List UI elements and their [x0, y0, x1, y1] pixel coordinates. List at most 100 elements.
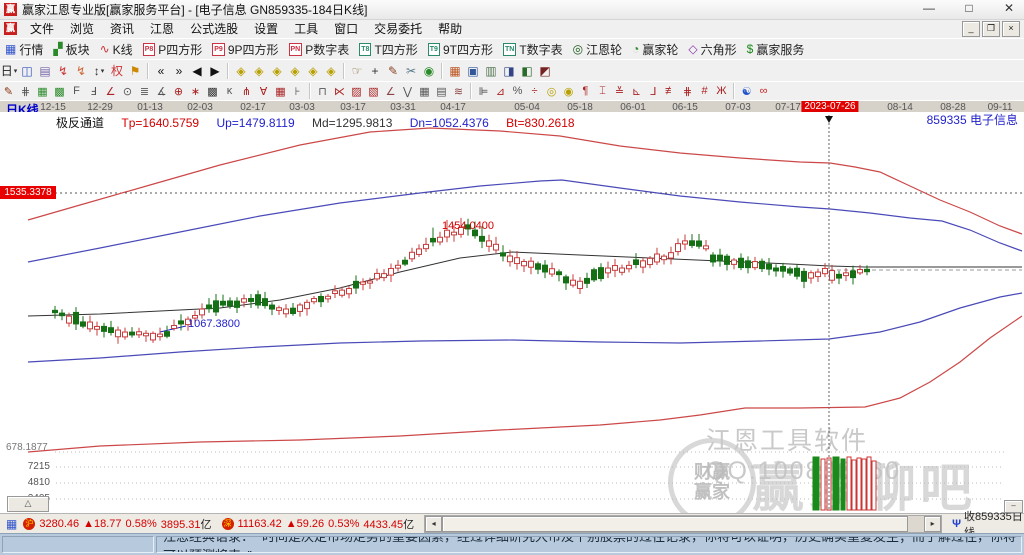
zoom-icon[interactable]: ◈ — [250, 62, 268, 79]
mark-icon[interactable]: ¶ — [577, 84, 594, 99]
zoom-icon[interactable]: ◈ — [322, 62, 340, 79]
volume-pane-toggle[interactable]: △ — [7, 496, 49, 512]
sharp-icon[interactable]: # — [696, 84, 713, 99]
hash-icon[interactable]: ⋕ — [679, 84, 696, 99]
minimize-button[interactable]: — — [920, 1, 938, 15]
cycle-icon[interactable]: ⊙ — [119, 84, 136, 99]
grid3-icon[interactable]: ▦ — [416, 84, 433, 99]
close-button[interactable]: ✕ — [1000, 1, 1018, 15]
hatch-icon[interactable]: ▨ — [348, 84, 365, 99]
pane-mini-button[interactable]: – — [1004, 500, 1023, 513]
toolbar-button-9T四方形[interactable]: T9 9T四方形 — [423, 41, 498, 58]
toolbar-button-T数字表[interactable]: TN T数字表 — [498, 41, 568, 58]
menu-窗口[interactable]: 窗口 — [326, 19, 366, 38]
menu-帮助[interactable]: 帮助 — [430, 19, 470, 38]
asterisk-tool-icon[interactable]: Ж — [713, 84, 730, 99]
hand-icon[interactable]: ☞ — [348, 62, 366, 79]
toolbar-button-P数字表[interactable]: PN P数字表 — [284, 41, 355, 58]
zoom-icon[interactable]: ◈ — [268, 62, 286, 79]
wedge-icon[interactable]: ⋉ — [331, 84, 348, 99]
menu-公式选股[interactable]: 公式选股 — [182, 19, 246, 38]
kline-tool-icon[interactable]: ĸ — [221, 84, 238, 99]
scroll-left-arrow[interactable]: ◂ — [425, 516, 443, 532]
menu-江恩[interactable]: 江恩 — [142, 19, 182, 38]
gann-grid-icon[interactable]: ▦ — [34, 84, 51, 99]
golden-circle2-icon[interactable]: ◉ — [560, 84, 577, 99]
zoom-icon[interactable]: ◈ — [232, 62, 250, 79]
star-icon[interactable]: ∗ — [187, 84, 204, 99]
mail-icon[interactable]: ◧ — [518, 62, 536, 79]
zigzag-icon[interactable]: ↯ — [54, 62, 72, 79]
hatch2-icon[interactable]: ▧ — [365, 84, 382, 99]
toolbar-button-K线[interactable]: ∿ K线 — [95, 41, 138, 58]
toolbar-button-行情[interactable]: ▦ 行情 — [0, 41, 48, 58]
mdi-minimize-button[interactable]: _ — [962, 21, 980, 37]
lines-icon[interactable]: ⋕ — [17, 84, 34, 99]
menu-资讯[interactable]: 资讯 — [102, 19, 142, 38]
menu-工具[interactable]: 工具 — [286, 19, 326, 38]
send-icon[interactable]: ◩ — [536, 62, 554, 79]
menu-交易委托[interactable]: 交易委托 — [366, 19, 430, 38]
toolbar-button-P四方形[interactable]: P8 P四方形 — [138, 41, 208, 58]
next-icon[interactable]: ▶ — [206, 62, 224, 79]
menu-浏览[interactable]: 浏览 — [62, 19, 102, 38]
infinity-icon[interactable]: ∞ — [755, 84, 772, 99]
prev-icon[interactable]: ◀ — [188, 62, 206, 79]
mdi-close-button[interactable]: × — [1002, 21, 1020, 37]
quote-grid-icon[interactable]: ▦ — [6, 518, 17, 530]
calendar-icon[interactable]: ▦ — [446, 62, 464, 79]
toolbar-button-江恩轮[interactable]: ◎ 江恩轮 — [568, 41, 628, 58]
draw-icon[interactable]: ✎ — [384, 62, 402, 79]
bars-icon[interactable]: ⊫ — [475, 84, 492, 99]
taiji-icon[interactable]: ☯ — [738, 84, 755, 99]
toolbar-button-板块[interactable]: ▞ 板块 — [48, 41, 94, 58]
calculator-icon[interactable]: ▣ — [464, 62, 482, 79]
percent-icon[interactable]: % — [509, 84, 526, 99]
dark-grid-icon[interactable]: ▩ — [204, 84, 221, 99]
maximize-button[interactable]: □ — [960, 1, 978, 15]
window-icon[interactable]: ◫ — [18, 62, 36, 79]
marker-icon[interactable]: ◉ — [420, 62, 438, 79]
red-grid-icon[interactable]: ▦ — [272, 84, 289, 99]
toolbar-button-赢家服务[interactable]: $ 赢家服务 — [742, 41, 810, 58]
scroll-right-arrow[interactable]: ▸ — [924, 516, 942, 532]
tick-tool-icon[interactable]: ⊦ — [289, 84, 306, 99]
toolbar-button-六角形[interactable]: ◇ 六角形 — [683, 41, 741, 58]
toolbar-button-赢家轮[interactable]: ◔ 赢家轮 — [627, 41, 683, 58]
trend-angle-icon[interactable]: ∠ — [382, 84, 399, 99]
flag-icon[interactable]: ⚑ — [126, 62, 144, 79]
crosshair-icon[interactable]: + — [366, 62, 384, 79]
period-selector[interactable]: 日 ▾ — [0, 62, 18, 79]
equal-angle-icon[interactable]: ≚ — [611, 84, 628, 99]
cut-icon[interactable]: ✂ — [402, 62, 420, 79]
wave-icon[interactable]: ≋ — [450, 84, 467, 99]
not-equal-icon[interactable]: ≢ — [662, 84, 679, 99]
first-icon[interactable]: « — [152, 62, 170, 79]
pitchfork-icon[interactable]: ∀ — [255, 84, 272, 99]
pen-icon[interactable]: ✎ — [0, 84, 17, 99]
scroll-thumb[interactable] — [442, 516, 909, 532]
adjust-icon[interactable]: 权 — [108, 62, 126, 79]
channel-icon[interactable]: ⊓ — [314, 84, 331, 99]
panel-icon[interactable]: ▤ — [36, 62, 54, 79]
triangle-icon[interactable]: ⊿ — [492, 84, 509, 99]
protractor-icon[interactable]: ∡ — [153, 84, 170, 99]
horizontal-scrollbar[interactable]: ◂ ▸ — [424, 515, 943, 533]
last-icon[interactable]: » — [170, 62, 188, 79]
toolbar-button-T四方形[interactable]: T8 T四方形 — [354, 41, 423, 58]
notes-icon[interactable]: ▥ — [482, 62, 500, 79]
circle-cross-icon[interactable]: ⊕ — [170, 84, 187, 99]
menu-文件[interactable]: 文件 — [22, 19, 62, 38]
chart-area[interactable]: 江恩工具软件 QQ:100800360 赢家聊吧 财赢赢家 jiaoba.yxt… — [0, 112, 1024, 513]
menu-设置[interactable]: 设置 — [246, 19, 286, 38]
angle-icon[interactable]: ∠ — [102, 84, 119, 99]
beam-icon[interactable]: ⌶ — [594, 84, 611, 99]
save-icon[interactable]: ◨ — [500, 62, 518, 79]
zoom-icon[interactable]: ◈ — [286, 62, 304, 79]
zoom-icon[interactable]: ◈ — [304, 62, 322, 79]
toolbar-button-9P四方形[interactable]: P9 9P四方形 — [207, 41, 283, 58]
fan-icon[interactable]: Ⅎ — [85, 84, 102, 99]
fib-icon[interactable]: F — [68, 84, 85, 99]
grid4-icon[interactable]: ▤ — [433, 84, 450, 99]
vee-icon[interactable]: ⋁ — [399, 84, 416, 99]
